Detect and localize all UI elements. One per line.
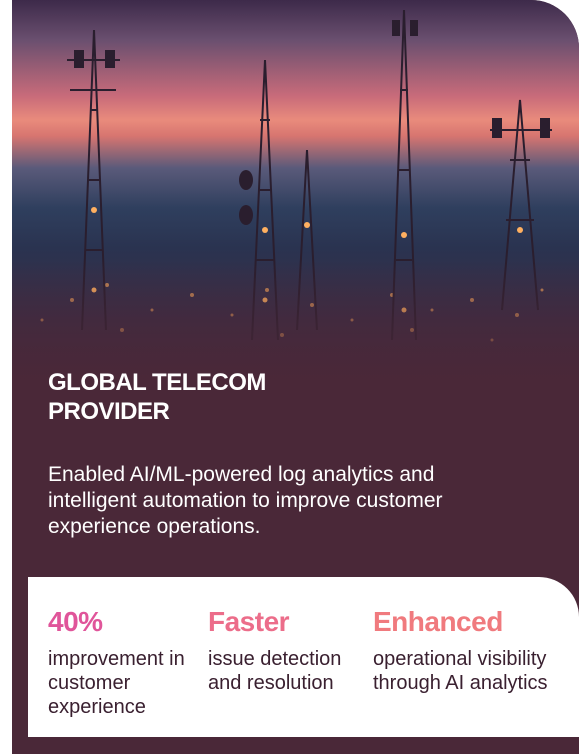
stat-label: operational visibility through AI analyt… xyxy=(373,648,548,694)
title-line-1: GLOBAL TELECOM xyxy=(48,369,266,396)
stat-improvement: 40% improvement in customer experience xyxy=(48,605,198,719)
telecom-towers-image xyxy=(12,0,579,420)
stat-label: issue detection and resolution xyxy=(208,648,342,694)
case-description: Enabled AI/ML-powered log analytics and … xyxy=(48,463,443,538)
stat-label: improvement in customer experience xyxy=(48,648,185,718)
case-study-card: GLOBAL TELECOM PROVIDER Enabled AI/ML-po… xyxy=(12,0,579,754)
stat-value: 40% xyxy=(48,606,103,637)
company-title: GLOBAL TELECOM PROVIDER xyxy=(48,368,388,426)
stat-enhanced: Enhanced operational visibility through … xyxy=(373,605,563,695)
stats-panel: 40% improvement in customer experience F… xyxy=(28,577,579,737)
title-line-2: PROVIDER xyxy=(48,398,170,425)
stat-value: Faster xyxy=(208,606,290,637)
stat-faster: Faster issue detection and resolution xyxy=(208,605,368,695)
stat-value: Enhanced xyxy=(373,606,503,637)
